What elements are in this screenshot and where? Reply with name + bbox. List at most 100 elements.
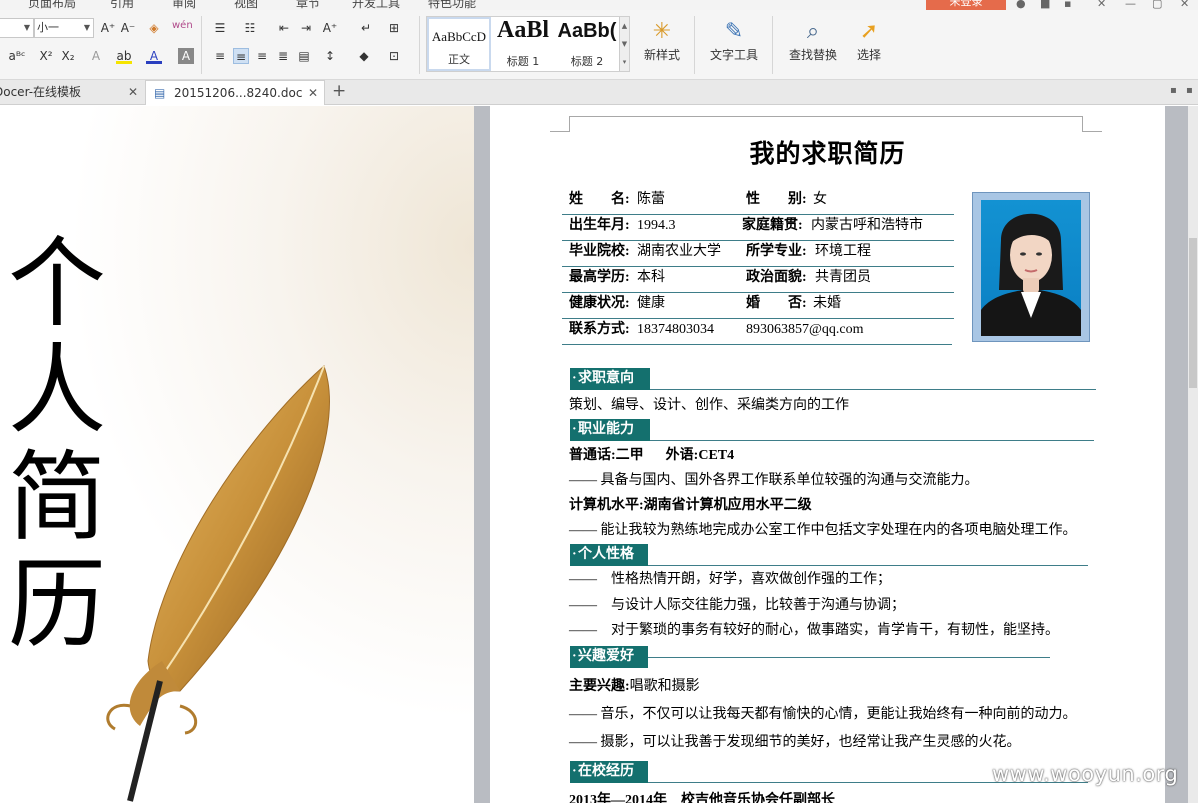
style-heading1[interactable]: AaBl 标题 1 <box>491 17 555 71</box>
justify-icon[interactable]: ≣ <box>275 48 291 64</box>
select-label: 选择 <box>856 48 881 62</box>
info-label: 联系方式: <box>569 322 630 337</box>
borders-icon[interactable]: ⊡ <box>386 48 402 64</box>
shading-fill-icon[interactable]: ◆ <box>356 48 372 64</box>
shrink-font-icon[interactable]: A⁻ <box>120 20 136 36</box>
show-marks-icon[interactable]: ↵ <box>358 20 374 36</box>
style-normal[interactable]: AaBbCcD 正文 <box>427 17 491 71</box>
menu-view[interactable]: 视图 <box>234 0 258 10</box>
info-label: 健康状况: <box>569 296 630 311</box>
login-button[interactable]: 未登录 <box>926 0 1006 10</box>
highlight-icon[interactable]: ab <box>116 48 132 64</box>
info-value: 环境工程 <box>815 244 871 259</box>
tab-list-icon[interactable]: ▪ <box>1170 85 1177 96</box>
strikethrough-icon[interactable]: aᴮᶜ <box>2 48 32 64</box>
distributed-icon[interactable]: ▤ <box>296 48 312 64</box>
tab-resume-doc[interactable]: ▤ 20151206...8240.doc ✕ <box>145 80 325 105</box>
align-right-icon[interactable]: ≡ <box>254 48 270 64</box>
find-replace-button[interactable]: ⌕ 查找替换 <box>782 18 844 63</box>
font-color-icon[interactable]: A <box>146 48 162 64</box>
vertical-scrollbar[interactable] <box>1188 106 1198 803</box>
cover-title: 个人简历 <box>8 227 107 662</box>
scrollbar-thumb[interactable] <box>1189 238 1197 388</box>
foreign-value: CET4 <box>698 448 735 463</box>
language-line: 普通话:二甲 外语:CET4 <box>569 447 734 465</box>
mandarin-label: 普通话: <box>569 448 616 463</box>
info-row: 出生年月: 1994.3 家庭籍贯: 内蒙古呼和浩特市 <box>562 215 954 241</box>
bullets-icon[interactable]: ☰ <box>212 20 228 36</box>
watermark: www.wooyun.org <box>992 762 1179 786</box>
tab-docer-templates[interactable]: Docer-在线模板 ✕ <box>0 80 142 105</box>
style-heading2-name: 标题 2 <box>570 55 604 68</box>
new-tab-icon[interactable]: + <box>332 81 346 101</box>
text-tool-button[interactable]: ✎ 文字工具 <box>702 18 766 63</box>
tab-label: Docer-在线模板 <box>0 85 82 99</box>
close-icon[interactable]: ✕ <box>1180 0 1189 10</box>
new-style-button[interactable]: ✳ 新样式 <box>638 18 686 63</box>
personality-line: —— 性格热情开朗，好学，喜欢做创作强的工作； <box>569 572 891 587</box>
main-hobby-label: 主要兴趣: <box>569 679 630 694</box>
info-label: 姓 名: <box>569 192 630 207</box>
section-hobbies-heading: 兴趣爱好 <box>570 646 648 668</box>
menu-developer[interactable]: 开发工具 <box>352 0 400 10</box>
menu-section[interactable]: 章节 <box>296 0 320 10</box>
subscript-icon[interactable]: X₂ <box>60 48 76 64</box>
feather-quill-image <box>106 365 330 802</box>
info-value: 未婚 <box>813 296 841 311</box>
table-icon[interactable]: ⊞ <box>386 20 402 36</box>
font-name-combo[interactable]: ▼ <box>0 18 34 38</box>
close-icon[interactable]: ✕ <box>308 81 318 106</box>
char-shading-icon[interactable]: A <box>178 48 194 64</box>
app-window: 页面布局 引用 审阅 视图 章节 开发工具 特色功能 未登录 ● ■ ▪ ✕ —… <box>0 0 1198 803</box>
foreign-label: 外语: <box>665 448 699 463</box>
style-gallery: AaBbCcD 正文 AaBl 标题 1 AaBb( 标题 2 ▲ ▼ ▾ <box>426 16 630 72</box>
objective-text: 策划、编导、设计、创作、采编类方向的工作 <box>569 398 849 413</box>
computer-line: 计算机水平:湖南省计算机应用水平二级 <box>569 497 812 515</box>
text-effect-icon[interactable]: A <box>88 48 104 64</box>
photo-frame <box>972 192 1090 342</box>
style-gallery-scroll[interactable]: ▲ ▼ ▾ <box>619 17 629 71</box>
close-icon[interactable]: ✕ <box>128 80 138 105</box>
select-button[interactable]: ➚ 选择 <box>850 18 888 63</box>
superscript-icon[interactable]: X² <box>38 48 54 64</box>
menu-page-layout[interactable]: 页面布局 <box>28 0 76 10</box>
skin-icon[interactable]: ● <box>1016 0 1026 10</box>
close-ribbon-icon[interactable]: ✕ <box>1097 0 1106 10</box>
clear-format-icon[interactable]: ◈ <box>146 20 162 36</box>
phonetic-guide-icon[interactable]: wén <box>172 18 193 34</box>
align-center-icon[interactable]: ≡ <box>233 48 249 64</box>
new-style-label: 新样式 <box>643 48 680 62</box>
tab-menu-icon[interactable]: ▪ <box>1186 85 1193 96</box>
restore-icon[interactable]: ▢ <box>1152 0 1162 10</box>
minimize-icon[interactable]: — <box>1125 0 1136 10</box>
line-spacing-icon[interactable]: ↕ <box>322 48 338 64</box>
style-normal-sample: AaBbCcD <box>431 29 487 44</box>
font-size-combo[interactable]: 小一 ▼ <box>34 18 94 38</box>
grow-font-icon[interactable]: A⁺ <box>100 20 116 36</box>
style-heading2[interactable]: AaBb( 标题 2 <box>555 17 619 71</box>
page-corner-mark <box>1082 116 1102 132</box>
mandarin-value: 二甲 <box>615 448 644 463</box>
numbering-icon[interactable]: ☷ <box>242 20 258 36</box>
info-label: 性 别: <box>746 192 807 207</box>
info-value: 893063857@qq.com <box>746 322 864 337</box>
settings-icon[interactable]: ■ <box>1040 0 1050 10</box>
personality-line: —— 与设计人际交往能力强，比较善于沟通与协调； <box>569 598 905 613</box>
decrease-indent-icon[interactable]: ⇤ <box>276 20 292 36</box>
style-heading2-sample: AaBb( <box>557 20 617 42</box>
cover-page: 个人简历 <box>0 106 474 803</box>
info-value: 1994.3 <box>637 218 676 233</box>
text-tool-icon: ✎ <box>724 19 744 44</box>
section-ability-heading: 职业能力 <box>570 419 650 441</box>
section-divider <box>648 565 1088 566</box>
align-left-icon[interactable]: ≡ <box>212 48 228 64</box>
chinese-layout-icon[interactable]: A⁺ <box>322 20 338 36</box>
help-icon[interactable]: ▪ <box>1064 0 1071 10</box>
style-heading1-sample: AaBl <box>496 17 549 43</box>
increase-indent-icon[interactable]: ⇥ <box>298 20 314 36</box>
style-heading1-name: 标题 1 <box>506 55 540 68</box>
menu-references[interactable]: 引用 <box>110 0 134 10</box>
menu-review[interactable]: 审阅 <box>172 0 196 10</box>
menu-features[interactable]: 特色功能 <box>428 0 476 10</box>
info-label: 家庭籍贯: <box>742 218 803 233</box>
